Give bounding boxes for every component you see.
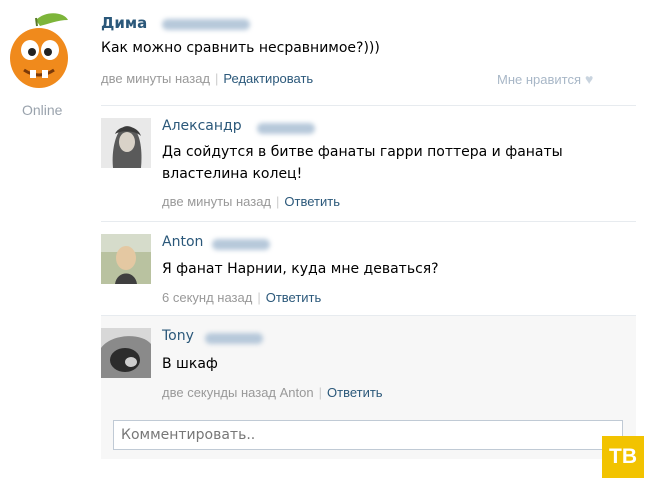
reply-link[interactable]: Ответить [266,290,322,305]
comment-avatar[interactable] [101,328,151,378]
like-label: Мне нравится [497,72,582,87]
comment-text: В шкаф [162,356,218,372]
comment-input[interactable]: Комментировать.. [113,420,623,450]
comment-author-surname-blurred [257,123,315,134]
comment-item: Anton Я фанат Нарнии, куда мне деваться?… [101,221,636,316]
edit-link[interactable]: Редактировать [223,71,313,86]
post-time[interactable]: две минуты назад [101,71,210,86]
comment-time[interactable]: 6 секунд назад [162,290,252,305]
comment-item: Александр Да сойдутся в битве фанаты гар… [101,105,636,222]
post-author-surname-blurred [162,19,250,30]
comment-author-surname-blurred [205,333,263,344]
post-author-avatar[interactable] [6,10,72,90]
like-button[interactable]: Мне нравится ♥ [497,71,593,87]
comment-author-name[interactable]: Александр [162,118,242,134]
reply-to-link[interactable]: Anton [280,385,314,400]
comment-author-surname-blurred [212,239,270,250]
heart-icon: ♥ [585,71,594,87]
comment-avatar[interactable] [101,118,151,168]
comment-avatar[interactable] [101,234,151,284]
post-meta: две минуты назад | Редактировать [101,71,314,86]
watermark-badge: ТВ [602,436,644,478]
reply-link[interactable]: Ответить [284,194,340,209]
comment-time[interactable]: две минуты назад [162,194,271,209]
comment-meta: 6 секунд назад | Ответить [162,290,322,305]
comment-meta: две секунды назад Anton | Ответить [162,385,383,400]
comment-time[interactable]: две секунды назад [162,385,276,400]
comment-author-name[interactable]: Anton [162,234,203,250]
comment-text: Да сойдутся в битве фанаты гарри поттера… [162,144,563,182]
comment-text: Я фанат Нарнии, куда мне деваться? [162,261,439,277]
comment-item: Tony В шкаф две секунды назад Anton | Отве… [101,315,636,410]
post-author-name[interactable]: Дима [101,14,147,32]
online-status: Online [22,102,63,118]
post-text: Как можно сравнить несравнимое?))) [101,40,380,56]
comment-meta: две минуты назад | Ответить [162,194,340,209]
comment-author-name[interactable]: Tony [162,328,194,344]
reply-link[interactable]: Ответить [327,385,383,400]
